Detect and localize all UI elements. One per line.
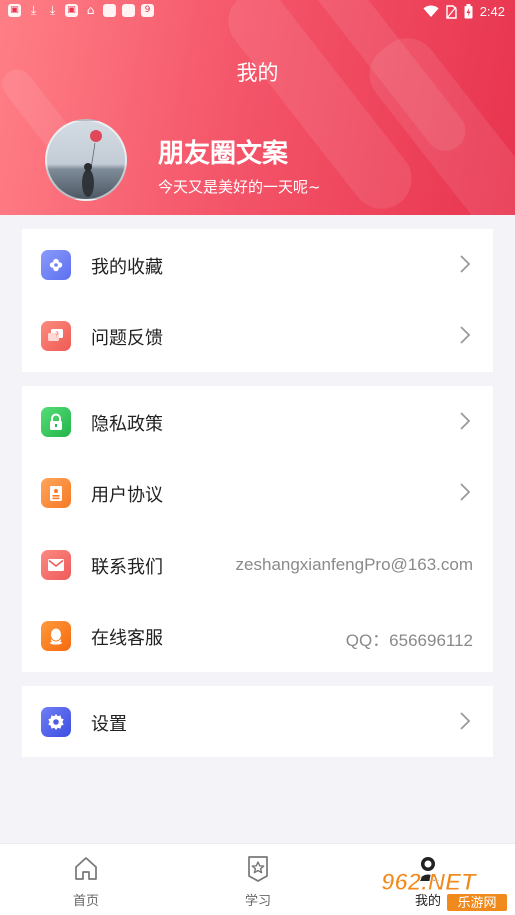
svg-text:?: ? [55,331,59,339]
profile-header: ▣ ⤓ ⤓ ▣ ⌂ 9 2:42 我的 朋友圈文案 今天又是美好的一天呢~ [0,0,515,215]
chevron-right-icon [460,255,471,273]
app-notification-icon: ▣ [65,4,78,17]
site-watermark: 962.NET 乐游网 [377,866,509,912]
feedback-icon: ? [41,321,71,351]
tab-study[interactable]: 学习 [198,844,318,915]
menu-card-settings: 设置 [22,686,493,757]
menu-card-info: 隐私政策 用户协议 联系我们 zeshangxianfengPro@163.co… [22,386,493,672]
download-icon: ⤓ [49,3,56,17]
tab-label: 学习 [244,894,271,909]
qq-icon [41,621,71,651]
menu-item-label: 问题反馈 [91,328,163,349]
app-notification-icon [103,4,116,17]
tab-home[interactable]: 首页 [26,844,146,915]
profile-subtitle: 今天又是美好的一天呢~ [158,178,321,196]
battery-icon [464,4,473,19]
menu-item-label: 我的收藏 [91,257,163,278]
menu-item-user-agreement[interactable]: 用户协议 [22,457,493,528]
watermark-text: 962.NET [381,869,478,896]
download-icon: ⤓ [30,3,37,17]
menu-item-label: 联系我们 [91,557,163,578]
chevron-right-icon [460,483,471,501]
menu-item-settings[interactable]: 设置 [22,686,493,757]
menu-item-online-service[interactable]: 在线客服 QQ：656696112 [22,600,493,671]
home-notification-icon: ⌂ [86,3,95,17]
avatar[interactable] [45,119,127,201]
menu-card-main: 我的收藏 ? 问题反馈 [22,229,493,372]
lock-icon [41,407,71,437]
page-title: 我的 [236,61,279,85]
menu-item-label: 设置 [91,714,127,735]
document-icon [41,478,71,508]
chevron-right-icon [460,326,471,344]
service-qq-number: QQ：656696112 [345,631,473,650]
menu-item-privacy-policy[interactable]: 隐私政策 [22,386,493,457]
menu-item-favorites[interactable]: 我的收藏 [22,229,493,300]
menu-item-label: 隐私政策 [91,414,163,435]
status-bar: ▣ ⤓ ⤓ ▣ ⌂ 9 2:42 [0,0,515,24]
app-notification-icon: ▣ [8,4,21,17]
study-icon [248,856,268,882]
watermark-subtext: 乐游网 [457,896,496,911]
wifi-icon [423,5,439,17]
menu-item-label: 在线客服 [91,628,163,649]
home-icon [75,857,97,880]
mail-icon [41,550,71,580]
contact-email: zeshangxianfengPro@163.com [235,555,473,574]
gear-icon [41,707,71,737]
chevron-right-icon [460,712,471,730]
profile-name: 朋友圈文案 [158,139,289,169]
chevron-right-icon [460,412,471,430]
app-notification-icon [122,4,135,17]
no-sim-icon [445,4,457,19]
favorites-icon [41,250,71,280]
tab-label: 首页 [72,894,99,909]
status-time: 2:42 [479,4,505,19]
menu-item-label: 用户协议 [91,485,163,506]
app-notification-icon: 9 [141,4,154,17]
menu-item-contact-us[interactable]: 联系我们 zeshangxianfengPro@163.com [22,529,493,600]
menu-item-feedback[interactable]: ? 问题反馈 [22,300,493,371]
